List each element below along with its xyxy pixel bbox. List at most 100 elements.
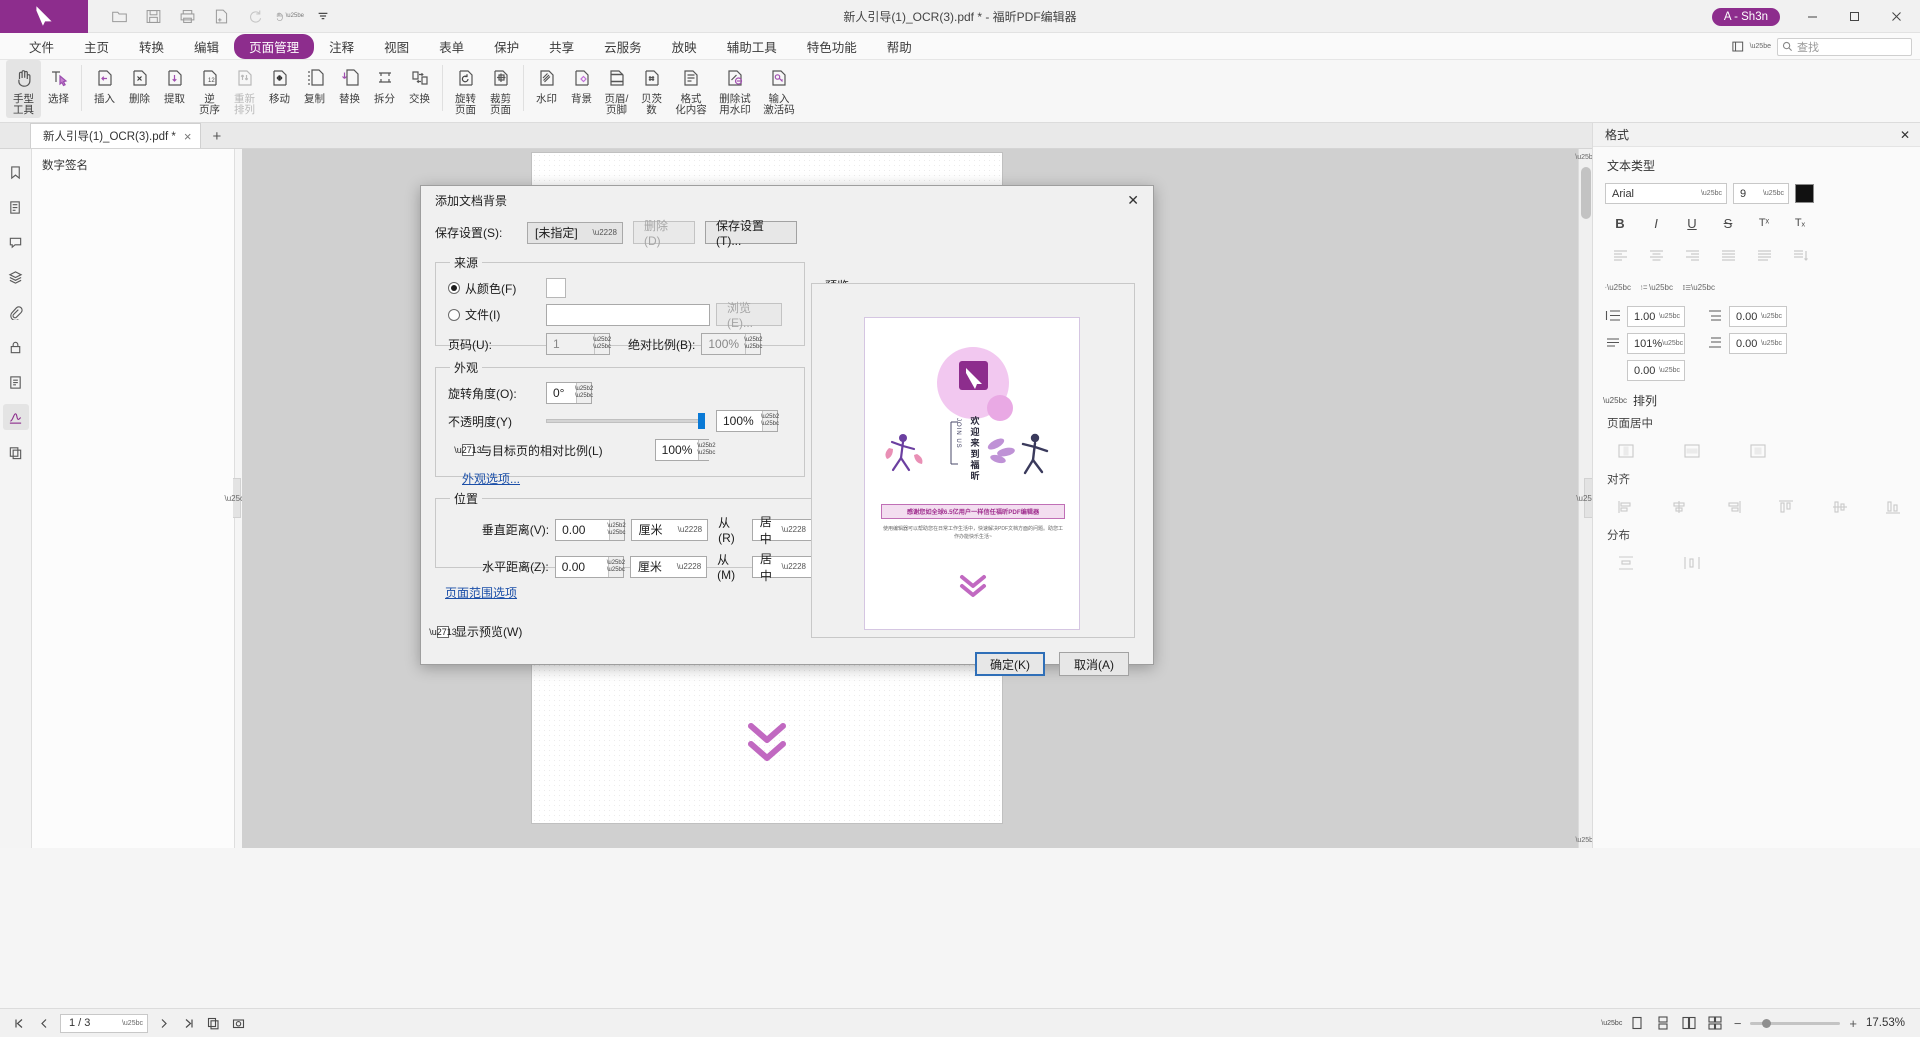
distribute-horizontally-button[interactable] [1677, 550, 1707, 576]
menu-item-8[interactable]: 保护 [479, 34, 534, 59]
save-settings-select[interactable]: [未指定] \u2228 [527, 222, 623, 244]
menu-item-4[interactable]: 页面管理 [234, 34, 314, 59]
close-icon[interactable]: ✕ [1900, 128, 1910, 142]
create-pdf-icon[interactable] [206, 3, 236, 29]
background-color-swatch[interactable] [546, 278, 566, 298]
obj-align-center-h-button[interactable] [1665, 494, 1695, 520]
bullet-list-button[interactable]: \u25bc [1605, 274, 1635, 300]
spinner-arrows-icon[interactable]: \u25b2\u25bc [609, 520, 624, 540]
ribbon-bates-numbering[interactable]: 贝茨 数 [634, 60, 669, 118]
ribbon-background[interactable]: 背景 [564, 60, 599, 118]
char-spacing-select[interactable]: 0.00 \u25bc [1627, 360, 1685, 381]
space-before-select[interactable]: 0.00 \u25bc [1729, 306, 1787, 327]
rotation-spinner[interactable]: 0° \u25b2\u25bc [546, 382, 592, 404]
menu-item-10[interactable]: 云服务 [589, 34, 657, 59]
spinner-arrows-icon[interactable]: \u25b2\u25bc [745, 334, 760, 354]
distribute-vertically-button[interactable] [1611, 550, 1641, 576]
relative-scale-checkbox[interactable]: \u2713 [462, 444, 474, 456]
opacity-slider[interactable] [546, 412, 704, 430]
relative-scale-spinner[interactable]: 100% \u25b2\u25bc [655, 439, 709, 461]
previous-page-icon[interactable] [35, 1014, 54, 1033]
cancel-button[interactable]: 取消(A) [1059, 652, 1129, 676]
ribbon-options-icon[interactable]: \u25be [1732, 40, 1771, 54]
redo-icon[interactable] [240, 3, 270, 29]
vertical-from-select[interactable]: 居中 \u2228 [752, 519, 812, 541]
print-icon[interactable] [172, 3, 202, 29]
file-path-input[interactable] [546, 304, 710, 326]
minimize-button[interactable] [1792, 0, 1832, 33]
collapse-left-panel-button[interactable]: \u25c0 [233, 478, 241, 518]
view-settings-icon[interactable]: \u25bc [1602, 1014, 1621, 1033]
align-justify-button[interactable] [1713, 242, 1743, 268]
menu-item-3[interactable]: 编辑 [179, 34, 234, 59]
save-icon[interactable] [138, 3, 168, 29]
obj-align-left-button[interactable] [1611, 494, 1641, 520]
ribbon-format-content[interactable]: 格式 化内容 [669, 60, 713, 118]
new-tab-button[interactable]: + [213, 129, 222, 144]
spinner-arrows-icon[interactable]: \u25b2\u25bc [576, 383, 591, 403]
ribbon-header-footer[interactable]: 页眉/ 页脚 [599, 60, 634, 118]
close-icon[interactable] [1876, 0, 1916, 33]
first-page-icon[interactable] [10, 1014, 29, 1033]
center-both-button[interactable] [1743, 438, 1773, 464]
document-tab[interactable]: 新人引导(1)_OCR(3).pdf * × [30, 123, 201, 148]
ribbon-watermark[interactable]: 水印 [529, 60, 564, 118]
maximize-button[interactable] [1834, 0, 1874, 33]
zoom-in-button[interactable]: + [1847, 1016, 1859, 1031]
numbered-list-button[interactable]: 12\u25bc [1641, 274, 1677, 300]
horizontal-unit-select[interactable]: 厘米 \u2228 [630, 556, 707, 578]
text-direction-button[interactable] [1785, 242, 1815, 268]
bookmark-icon[interactable] [3, 159, 29, 185]
obj-align-top-button[interactable] [1772, 494, 1802, 520]
ribbon-move-page[interactable]: 移动 [262, 60, 297, 118]
browse-button[interactable]: 浏览(E)... [716, 303, 782, 326]
menu-item-9[interactable]: 共享 [534, 34, 589, 59]
line-spacing-value-select[interactable]: 1.00 \u25bc [1627, 306, 1685, 327]
space-after-select[interactable]: 0.00 \u25bc [1729, 333, 1787, 354]
chevron-down-icon[interactable]: \u25bc [122, 1020, 143, 1027]
close-icon[interactable]: × [184, 130, 192, 143]
bold-button[interactable]: B [1605, 210, 1635, 236]
menu-item-5[interactable]: 注释 [314, 34, 369, 59]
account-badge[interactable]: A - Sh3n [1712, 8, 1780, 26]
align-left-button[interactable] [1605, 242, 1635, 268]
center-vertically-button[interactable] [1611, 438, 1641, 464]
vertical-unit-select[interactable]: 厘米 \u2228 [631, 519, 709, 541]
from-color-radio[interactable]: 从颜色(F) [448, 280, 540, 297]
ribbon-select-tool[interactable]: 选择 [41, 60, 76, 118]
align-right-button[interactable] [1677, 242, 1707, 268]
char-scale-select[interactable]: 101% \u25bc [1627, 333, 1685, 354]
zoom-out-button[interactable]: − [1732, 1016, 1744, 1031]
ribbon-hand-tool[interactable]: 手型 工具 [6, 60, 41, 118]
subscript-button[interactable]: Tₓ [1785, 210, 1815, 236]
ribbon-enter-activation-code[interactable]: 输入 激活码 [757, 60, 801, 118]
last-page-icon[interactable] [179, 1014, 198, 1033]
zoom-slider-knob[interactable] [1762, 1019, 1771, 1028]
horizontal-from-select[interactable]: 居中 \u2228 [752, 556, 812, 578]
align-distribute-button[interactable] [1749, 242, 1779, 268]
menu-item-12[interactable]: 辅助工具 [712, 34, 792, 59]
open-icon[interactable] [104, 3, 134, 29]
security-icon[interactable] [3, 334, 29, 360]
zoom-level-text[interactable]: 17.53% [1866, 1017, 1910, 1029]
two-page-continuous-icon[interactable] [1706, 1014, 1725, 1033]
spinner-arrows-icon[interactable]: \u25b2\u25bc [594, 334, 609, 354]
scroll-up-arrow-icon[interactable]: \u25b2 [1579, 149, 1592, 165]
align-center-button[interactable] [1641, 242, 1671, 268]
superscript-button[interactable]: Tˣ [1749, 210, 1779, 236]
center-horizontally-button[interactable] [1677, 438, 1707, 464]
show-preview-checkbox[interactable]: \u2713 [437, 626, 449, 638]
font-color-swatch[interactable] [1795, 184, 1814, 203]
destinations-icon[interactable] [3, 369, 29, 395]
ok-button[interactable]: 确定(K) [975, 652, 1045, 676]
spinner-arrows-icon[interactable]: \u25b2\u25bc [608, 557, 623, 577]
opacity-spinner[interactable]: 100% \u25b2\u25bc [716, 410, 778, 432]
horizontal-distance-spinner[interactable]: 0.00 \u25b2\u25bc [555, 556, 624, 578]
hand-tool-icon[interactable]: \u25be [274, 3, 304, 29]
snapshot-icon[interactable] [229, 1014, 248, 1033]
ribbon-extract-page[interactable]: 提取 [157, 60, 192, 118]
page-range-options-link[interactable]: 页面范围选项 [445, 586, 517, 600]
continuous-view-icon[interactable] [1654, 1014, 1673, 1033]
line-spacing-button[interactable]: \u25bc [1683, 274, 1719, 300]
underline-button[interactable]: U [1677, 210, 1707, 236]
